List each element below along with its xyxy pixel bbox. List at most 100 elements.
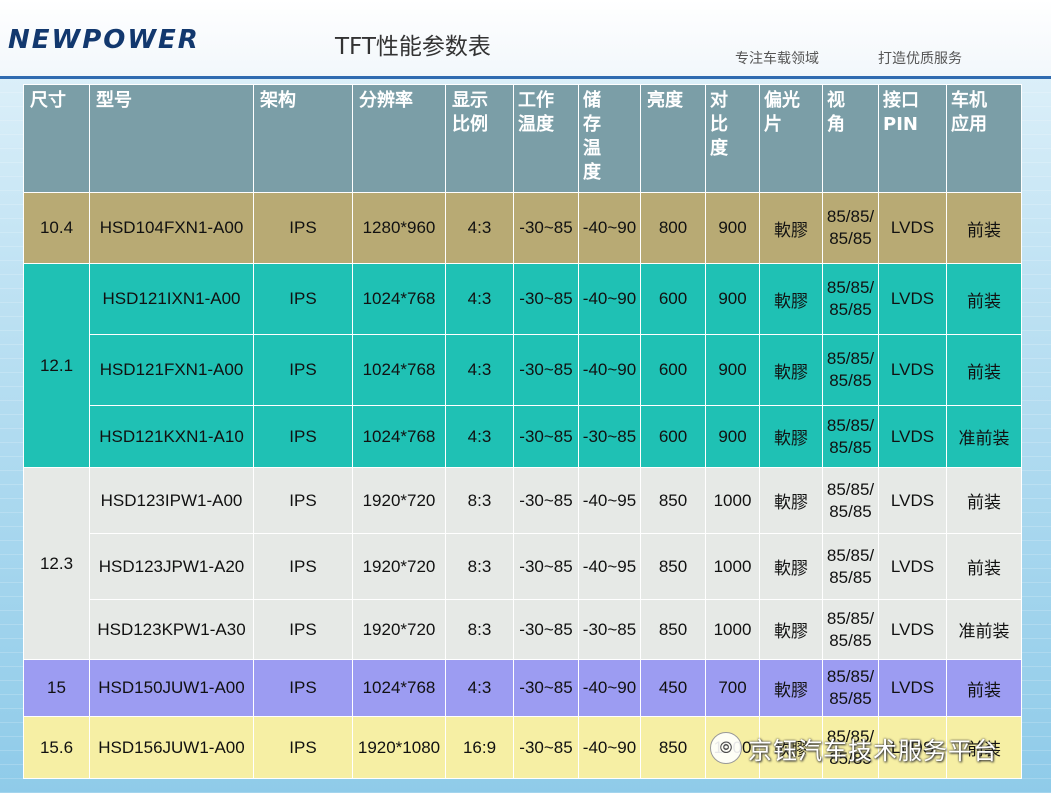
- tft-spec-table: 尺寸 型号 架构 分辨率 显示 比例 工作 温度 储存温度 亮度 对比度 偏光片 视…: [23, 84, 1022, 779]
- interface-cell: LVDS: [878, 263, 947, 335]
- view-angle-cell: 85/85/85/85: [822, 533, 879, 600]
- op-temp-cell: -30~85: [513, 192, 579, 264]
- size-cell: 12.1: [23, 263, 90, 468]
- op-temp-cell: -30~85: [513, 659, 579, 717]
- polarizer-cell: 軟膠: [759, 599, 823, 660]
- logo-text: NEWPOWER: [8, 25, 200, 55]
- col-arch: 架构: [253, 84, 353, 193]
- table-header-row: 尺寸 型号 架构 分辨率 显示 比例 工作 温度 储存温度 亮度 对比度 偏光片 视…: [23, 84, 1022, 193]
- contrast-cell: 1000: [705, 599, 760, 660]
- table-row: 12.1 HSD121IXN1-A00 IPS 1024*768 4:3 -30…: [23, 263, 1022, 468]
- brightness-cell: 450: [640, 659, 706, 717]
- st-temp-cell: -40~90: [578, 659, 641, 717]
- arch-cell: IPS: [253, 334, 353, 406]
- tagline-service: 打造优质服务: [878, 51, 962, 67]
- st-temp-cell: -30~85: [578, 599, 641, 660]
- arch-cell: IPS: [253, 405, 353, 468]
- contrast-cell: 1000: [705, 467, 760, 534]
- contrast-cell: 700: [705, 659, 760, 717]
- col-storage-temp: 储存温度: [578, 84, 641, 193]
- application-cell: 前装: [946, 334, 1022, 406]
- model-cell: HSD121FXN1-A00: [89, 334, 254, 406]
- st-temp-cell: -40~90: [578, 192, 641, 264]
- st-temp-cell: -40~95: [578, 533, 641, 600]
- st-temp-cell: -40~90: [578, 716, 641, 779]
- application-cell: 前装: [946, 467, 1022, 534]
- wechat-watermark: ⦾ 京钰汽车技术服务平台: [710, 730, 998, 766]
- ratio-cell: 8:3: [445, 599, 514, 660]
- size-cell: 15: [23, 659, 90, 717]
- view-angle-cell: 85/85/85/85: [822, 192, 879, 264]
- table-row: HSD121KXN1-A10 IPS 1024*768 4:3 -30~85 -…: [24, 405, 1022, 468]
- arch-cell: IPS: [253, 533, 353, 600]
- brightness-cell: 600: [640, 334, 706, 406]
- res-cell: 1920*1080: [352, 716, 446, 779]
- application-cell: 准前装: [946, 405, 1022, 468]
- ratio-cell: 4:3: [445, 192, 514, 264]
- res-cell: 1920*720: [352, 599, 446, 660]
- polarizer-cell: 軟膠: [759, 659, 823, 717]
- size-cell: 12.3: [23, 467, 90, 660]
- model-cell: HSD156JUW1-A00: [89, 716, 254, 779]
- interface-cell: LVDS: [878, 334, 947, 406]
- contrast-cell: 900: [705, 192, 760, 264]
- st-temp-cell: -40~95: [578, 467, 641, 534]
- col-model: 型号: [89, 84, 254, 193]
- res-cell: 1024*768: [352, 334, 446, 406]
- ratio-cell: 8:3: [445, 467, 514, 534]
- ratio-cell: 16:9: [445, 716, 514, 779]
- view-angle-cell: 85/85/85/85: [822, 405, 879, 468]
- tagline-focus: 专注车载领域: [735, 51, 819, 67]
- arch-cell: IPS: [253, 599, 353, 660]
- wechat-icon: ⦾: [710, 732, 742, 764]
- op-temp-cell: -30~85: [513, 405, 579, 468]
- polarizer-cell: 軟膠: [759, 467, 823, 534]
- col-resolution: 分辨率: [352, 84, 446, 193]
- interface-cell: LVDS: [878, 599, 947, 660]
- col-ratio: 显示 比例: [445, 84, 514, 193]
- res-cell: 1920*720: [352, 533, 446, 600]
- brightness-cell: 600: [640, 405, 706, 468]
- arch-cell: IPS: [253, 263, 353, 335]
- op-temp-cell: -30~85: [513, 716, 579, 779]
- table-row: 12.3 HSD123IPW1-A00 IPS 1920*720 8:3 -30…: [23, 467, 1022, 660]
- col-view-angle: 视角: [822, 84, 879, 193]
- watermark-text: 京钰汽车技术服务平台: [748, 736, 998, 765]
- col-size: 尺寸: [23, 84, 90, 193]
- res-cell: 1024*768: [352, 263, 446, 335]
- application-cell: 准前装: [946, 599, 1022, 660]
- size-cell: 10.4: [23, 192, 90, 264]
- view-angle-cell: 85/85/85/85: [822, 263, 879, 335]
- brightness-cell: 850: [640, 533, 706, 600]
- model-cell: HSD123IPW1-A00: [89, 467, 254, 534]
- op-temp-cell: -30~85: [513, 599, 579, 660]
- contrast-cell: 1000: [705, 533, 760, 600]
- polarizer-cell: 軟膠: [759, 533, 823, 600]
- op-temp-cell: -30~85: [513, 334, 579, 406]
- application-cell: 前装: [946, 659, 1022, 717]
- ratio-cell: 4:3: [445, 334, 514, 406]
- page-title: TFT性能参数表: [335, 34, 491, 60]
- interface-cell: LVDS: [878, 659, 947, 717]
- res-cell: 1920*720: [352, 467, 446, 534]
- res-cell: 1024*768: [352, 659, 446, 717]
- table-row: HSD123KPW1-A30 IPS 1920*720 8:3 -30~85 -…: [24, 599, 1022, 660]
- model-cell: HSD121KXN1-A10: [89, 405, 254, 468]
- res-cell: 1280*960: [352, 192, 446, 264]
- brightness-cell: 850: [640, 599, 706, 660]
- arch-cell: IPS: [253, 716, 353, 779]
- col-op-temp: 工作 温度: [513, 84, 579, 193]
- st-temp-cell: -30~85: [578, 405, 641, 468]
- model-cell: HSD150JUW1-A00: [89, 659, 254, 717]
- model-cell: HSD104FXN1-A00: [89, 192, 254, 264]
- contrast-cell: 900: [705, 405, 760, 468]
- polarizer-cell: 軟膠: [759, 405, 823, 468]
- application-cell: 前装: [946, 533, 1022, 600]
- table-row: HSD123JPW1-A20 IPS 1920*720 8:3 -30~85 -…: [24, 533, 1022, 600]
- polarizer-cell: 軟膠: [759, 334, 823, 406]
- model-cell: HSD123KPW1-A30: [89, 599, 254, 660]
- brightness-cell: 600: [640, 263, 706, 335]
- brightness-cell: 850: [640, 467, 706, 534]
- col-contrast: 对比度: [705, 84, 760, 193]
- interface-cell: LVDS: [878, 467, 947, 534]
